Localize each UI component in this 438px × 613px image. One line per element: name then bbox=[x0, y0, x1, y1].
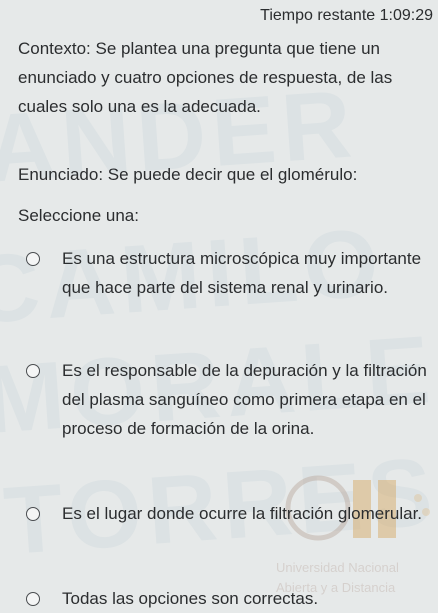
answer-option-label[interactable]: Es el responsable de la depuración y la … bbox=[62, 356, 428, 443]
answer-option-label[interactable]: Es el lugar donde ocurre la filtración g… bbox=[62, 499, 428, 528]
answer-option-3[interactable]: Es el lugar donde ocurre la filtración g… bbox=[26, 499, 432, 528]
timer-label: Tiempo restante bbox=[260, 7, 376, 24]
answer-option-2[interactable]: Es el responsable de la depuración y la … bbox=[26, 356, 432, 443]
timer-value: 1:09:29 bbox=[379, 7, 433, 24]
radio-button[interactable] bbox=[26, 507, 40, 521]
question-context: Contexto: Se plantea una pregunta que ti… bbox=[18, 39, 393, 116]
question-statement: Enunciado: Se puede decir que el gloméru… bbox=[18, 165, 358, 184]
radio-button[interactable] bbox=[26, 592, 40, 606]
answer-option-label[interactable]: Todas las opciones son correctas. bbox=[62, 584, 428, 613]
answer-option-label[interactable]: Es una estructura microscópica muy impor… bbox=[62, 244, 428, 302]
radio-button[interactable] bbox=[26, 252, 40, 266]
answer-option-1[interactable]: Es una estructura microscópica muy impor… bbox=[26, 244, 432, 302]
radio-button[interactable] bbox=[26, 364, 40, 378]
time-remaining: Tiempo restante 1:09:29 bbox=[260, 7, 433, 25]
logo-text-line1: Universidad Nacional bbox=[276, 560, 399, 575]
answer-option-4[interactable]: Todas las opciones son correctas. bbox=[26, 584, 432, 613]
select-one-prompt: Seleccione una: bbox=[18, 206, 139, 225]
